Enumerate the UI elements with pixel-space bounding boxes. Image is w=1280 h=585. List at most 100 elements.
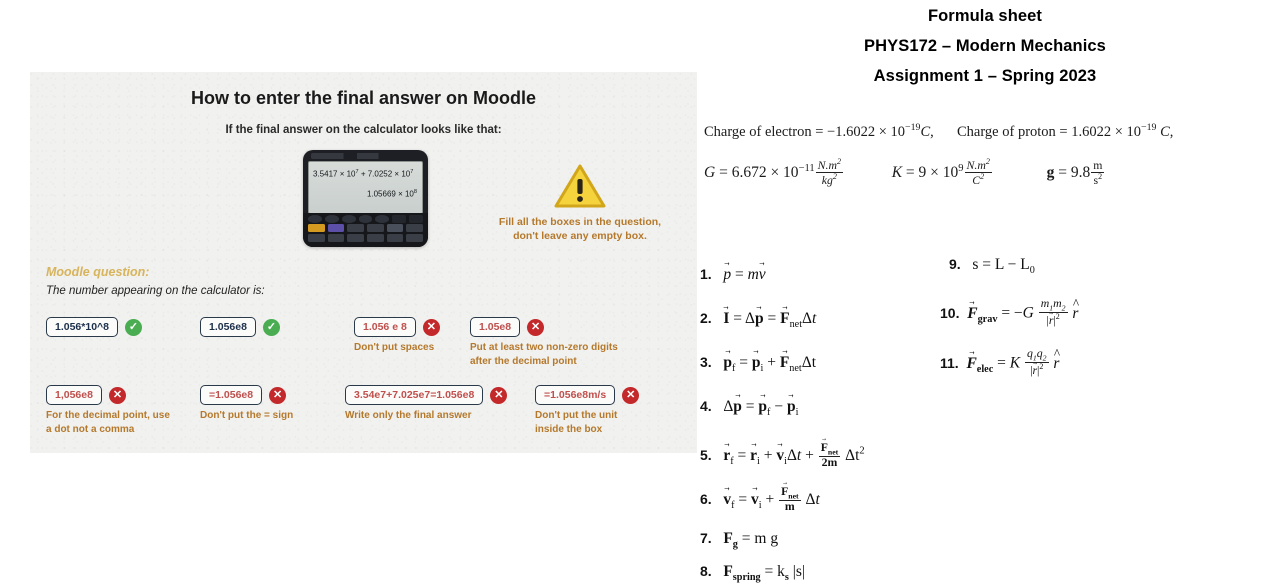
moodle-question-label: Moodle question:: [46, 265, 150, 279]
formula-expression-1: p = mv: [716, 266, 765, 284]
calc-expr-op: + 7.0252 × 10: [358, 169, 411, 179]
answer-example-8: =1.056e8m/s ✕ Don't put the unit inside …: [535, 385, 640, 436]
calculator-key: [406, 224, 424, 232]
formula-expression-8: Fspring = ks |s|: [723, 563, 805, 584]
answer-example-2: 1.056e8 ✓: [200, 317, 280, 337]
calculator-key: [367, 224, 384, 232]
formula-expression-6: vf = vi + Fnetm Δt: [716, 485, 819, 513]
warning-block: Fill all the boxes in the question, don'…: [460, 162, 697, 243]
answer-example-4: 1.05e8 ✕ Put at least two non-zero digit…: [470, 317, 640, 368]
calculator-key-row: [308, 234, 424, 242]
calc-expr-a: 3.5417 × 10: [313, 169, 356, 179]
formula-sheet: Formula sheet PHYS172 – Modern Mechanics…: [690, 0, 1280, 585]
correct-check-icon-1: ✓: [125, 318, 143, 336]
incorrect-cross-icon-7: ✕: [490, 386, 508, 404]
constants-row-charges: Charge of electron = −1.6022 × 10−19C, C…: [704, 122, 1173, 141]
calculator-key: [358, 215, 373, 223]
formula-expression-9: s = L − L0: [964, 256, 1035, 277]
answer-note-4: Put at least two non-zero digits after t…: [470, 342, 618, 367]
formula-item-8: 8. Fspring = ks |s|: [700, 563, 805, 583]
sheet-title-line-1: Formula sheet: [927, 7, 1043, 25]
charge-of-electron-constant: Charge of electron = −1.6022 × 10−19C,: [704, 122, 934, 140]
formula-expression-10: Fgrav = −G m1m2|r|2 r: [963, 297, 1078, 327]
answer-input-7[interactable]: 3.54e7+7.025e7=1.056e8: [345, 385, 484, 405]
answer-input-6[interactable]: =1.056e8: [200, 385, 263, 405]
calculator-key: [341, 215, 356, 223]
calculator-key: [347, 224, 365, 232]
warning-triangle-icon: [554, 164, 606, 208]
answer-note-7: Write only the final answer: [345, 410, 472, 421]
constants-row-gkg: G = 6.672 × 10−11 N.m2 kg2 K = 9 × 109 N.m2…: [704, 157, 1105, 187]
calculator-key: [406, 234, 424, 242]
gravitational-constant: G = 6.672 × 10−11 N.m2 kg2: [704, 157, 843, 187]
warning-text-line-2: don't leave any empty box.: [513, 230, 647, 243]
formula-number-10: 10.: [940, 304, 960, 321]
calculator-key: [375, 215, 390, 223]
answer-note-5: For the decimal point, use a dot not a c…: [46, 410, 170, 435]
formula-number-7: 7.: [700, 530, 712, 546]
calculator-key: [308, 234, 325, 242]
incorrect-cross-icon-5: ✕: [108, 386, 126, 404]
calculator-expression-line: 3.5417 × 107 + 7.0252 × 107: [313, 169, 413, 179]
calculator-key: [409, 215, 424, 223]
formula-number-4: 4.: [700, 398, 712, 414]
calculator-key: [327, 234, 345, 242]
formula-number-3: 3.: [700, 354, 712, 370]
formula-number-9: 9.: [949, 256, 961, 272]
answer-example-5: 1,056e8 ✕ For the decimal point, use a d…: [46, 385, 171, 436]
answer-input-1[interactable]: 1.056*10^8: [46, 317, 119, 337]
formula-expression-2: I = Δp = FnetΔt: [716, 310, 816, 330]
answer-input-3[interactable]: 1.056 e 8: [354, 317, 416, 337]
formula-item-10: 10. Fgrav = −G m1m2|r|2 r: [940, 297, 1078, 327]
formula-expression-11: Felec = K q1q2|r|2 r: [963, 347, 1059, 377]
answer-note-6: Don't put the = sign: [200, 410, 294, 421]
formula-number-8: 8.: [700, 563, 712, 579]
formula-number-1: 1.: [700, 266, 712, 282]
formula-number-2: 2.: [700, 310, 712, 326]
sheet-title-line-2: PHYS172 – Modern Mechanics: [864, 37, 1106, 55]
incorrect-cross-icon-8: ✕: [622, 386, 640, 404]
coulomb-constant: K = 9 × 109 N.m2 C2: [891, 157, 992, 187]
answer-note-8: Don't put the unit inside the box: [535, 410, 618, 435]
formula-item-7: 7. Fg = m g: [700, 530, 778, 550]
answer-example-3: 1.056 e 8 ✕ Don't put spaces: [354, 317, 440, 355]
calculator-keypad: [303, 213, 428, 247]
calc-result: 1.05669 × 10: [366, 189, 414, 199]
calculator-key-row: [308, 215, 424, 223]
correct-check-icon-2: ✓: [262, 318, 280, 336]
formula-item-2: 2. I = Δp = FnetΔt: [700, 310, 816, 330]
answer-input-2[interactable]: 1.056e8: [200, 317, 256, 337]
answer-input-8[interactable]: =1.056e8m/s: [535, 385, 616, 405]
formula-expression-3: pf = pi + FnetΔt: [716, 354, 816, 374]
formula-number-11: 11.: [940, 354, 959, 371]
calculator-key: [308, 215, 322, 223]
formula-item-4: 4. Δp = pf − pi: [700, 398, 798, 418]
calculator-top-bar: [311, 153, 420, 159]
calculator-alpha-key: [327, 224, 345, 232]
calculator-key: [367, 234, 384, 242]
formula-expression-5: rf = ri + viΔt + Fnet2m Δt2: [716, 441, 864, 469]
answer-input-4[interactable]: 1.05e8: [470, 317, 521, 337]
answer-example-6: =1.056e8 ✕ Don't put the = sign: [200, 385, 293, 423]
formula-number-6: 6.: [700, 490, 712, 507]
formula-item-3: 3. pf = pi + FnetΔt: [700, 354, 816, 374]
calculator-key: [386, 234, 404, 242]
sheet-title-line-3: Assignment 1 – Spring 2023: [873, 67, 1097, 85]
formula-item-6: 6. vf = vi + Fnetm Δt: [700, 485, 820, 513]
calculator-screen: 3.5417 × 107 + 7.0252 × 107 1.05669 × 10…: [308, 161, 423, 214]
calculator-result-line: 1.05669 × 108: [367, 189, 417, 199]
answer-example-7: 3.54e7+7.025e7=1.056e8 ✕ Write only the …: [345, 385, 508, 423]
panel-heading: How to enter the final answer on Moodle: [190, 88, 537, 108]
formula-number-5: 5.: [700, 446, 712, 463]
formula-expression-7: Fg = m g: [723, 530, 779, 551]
calc-expr-b-exp: 7: [410, 169, 414, 175]
calculator-key-row: [308, 224, 424, 232]
calculator-key: [347, 234, 365, 242]
calculator-key: [392, 215, 407, 223]
calculator-image: 3.5417 × 107 + 7.0252 × 107 1.05669 × 10…: [303, 150, 428, 247]
answer-input-5[interactable]: 1,056e8: [46, 385, 102, 405]
answer-example-1: 1.056*10^8 ✓: [46, 317, 143, 337]
panel-subheading: If the final answer on the calculator lo…: [225, 124, 502, 136]
moodle-answer-infographic-panel: How to enter the final answer on Moodle …: [30, 72, 697, 453]
calc-result-exp: 8: [413, 189, 417, 195]
